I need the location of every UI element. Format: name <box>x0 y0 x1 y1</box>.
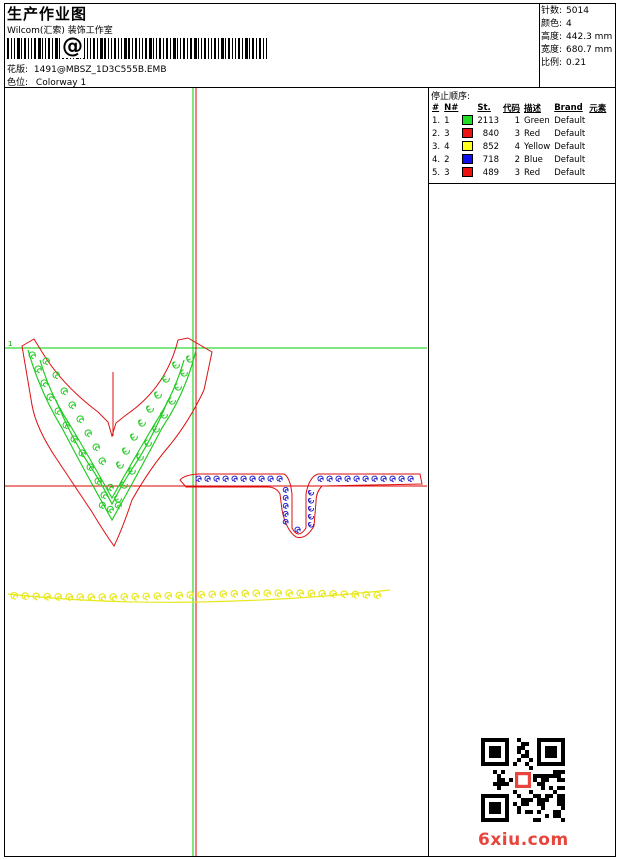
trim-outline <box>179 473 423 538</box>
qr-code <box>481 738 565 822</box>
origin-marker: 1 <box>8 340 12 348</box>
neckline-outline <box>21 337 213 547</box>
design-canvas: 1 <box>5 88 427 856</box>
watermark: 6xiu.com <box>478 830 569 850</box>
yellow-scroll-border <box>7 589 391 603</box>
